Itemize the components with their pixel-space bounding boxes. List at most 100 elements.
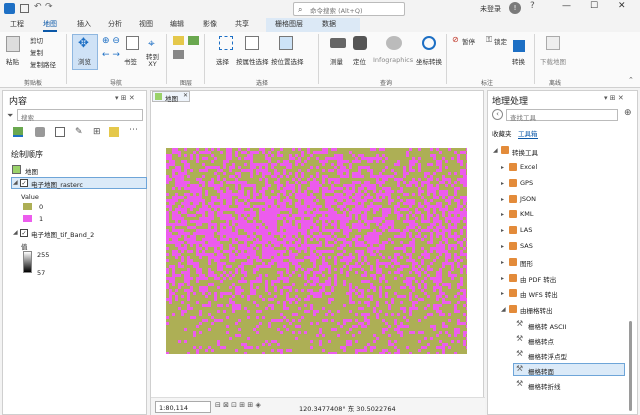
collapse-arrow-icon[interactable]: ◢ bbox=[501, 306, 506, 313]
select-by-location-button[interactable]: 按位置选择 bbox=[271, 56, 304, 66]
minimize-button[interactable]: — bbox=[562, 1, 571, 11]
goto-xy-button[interactable]: 转到 XY bbox=[146, 54, 159, 68]
notification-icon[interactable]: ! bbox=[509, 2, 521, 14]
tool-item[interactable]: 栅格转浮点型 bbox=[528, 351, 567, 361]
cut-button[interactable]: 剪切 bbox=[30, 35, 43, 45]
pane-options-icon[interactable]: ▾ ⊞ ✕ bbox=[604, 94, 624, 102]
measure-button[interactable]: 测量 bbox=[330, 56, 343, 66]
tool-item[interactable]: 栅格转面 bbox=[528, 366, 554, 376]
layer2-visibility-checkbox[interactable]: ✓ bbox=[20, 229, 28, 237]
zoom-icon[interactable]: ⊕ ⊖ bbox=[102, 36, 120, 46]
download-map-button[interactable]: 下载地图 bbox=[540, 56, 566, 66]
expand-arrow-icon[interactable]: ▸ bbox=[501, 259, 504, 266]
layer1-visibility-checkbox[interactable]: ✓ bbox=[20, 179, 28, 187]
maximize-button[interactable]: ☐ bbox=[590, 1, 598, 11]
expand-arrow-icon[interactable]: ▸ bbox=[501, 196, 504, 203]
select-by-location-icon[interactable] bbox=[279, 36, 293, 50]
collapse-arrow-icon[interactable]: ◢ bbox=[493, 147, 498, 154]
map-node[interactable]: 地图 bbox=[25, 166, 38, 176]
toolset-item[interactable]: SAS bbox=[520, 242, 533, 250]
toolset-item[interactable]: Excel bbox=[520, 163, 537, 171]
tab-project[interactable]: 工程 bbox=[10, 19, 24, 29]
toolset-item[interactable]: LAS bbox=[520, 226, 532, 234]
nav-arrow-icon[interactable]: ← → bbox=[102, 50, 120, 60]
expand-arrow-icon[interactable]: ▸ bbox=[501, 227, 504, 234]
download-map-icon[interactable] bbox=[546, 36, 560, 50]
tab-imagery[interactable]: 影像 bbox=[203, 19, 217, 29]
scale-select[interactable]: 1:80,114 bbox=[155, 401, 211, 413]
select-by-attr-icon[interactable] bbox=[245, 36, 259, 50]
convert-button[interactable]: 转换 bbox=[512, 56, 525, 66]
list-by-snapping-icon[interactable]: ⊞ bbox=[93, 127, 101, 137]
locate-icon[interactable] bbox=[353, 36, 367, 50]
select-by-attribute-button[interactable]: 按属性选择 bbox=[236, 56, 269, 66]
tab-favorites[interactable]: 收藏夹 bbox=[492, 128, 512, 138]
list-by-drawing-order-icon[interactable] bbox=[13, 127, 23, 137]
list-by-source-icon[interactable] bbox=[35, 127, 45, 137]
toolset-item[interactable]: JSON bbox=[520, 195, 536, 203]
layer2-name[interactable]: 电子地图_tif_Band_2 bbox=[31, 229, 94, 239]
tab-data[interactable]: 数据 bbox=[322, 19, 336, 29]
tab-analysis[interactable]: 分析 bbox=[108, 19, 122, 29]
expand-arrow-icon[interactable]: ◢ bbox=[13, 179, 18, 186]
status-tools-icon[interactable]: ⊟ ⊠ ⊡ ⊞ ⊞ ◈ bbox=[215, 401, 261, 409]
expand-arrow-icon[interactable]: ▸ bbox=[501, 290, 504, 297]
expand-arrow-icon[interactable]: ▸ bbox=[501, 243, 504, 250]
list-by-editing-icon[interactable]: ✎ bbox=[75, 127, 83, 137]
conversion-tools-node[interactable]: 转换工具 bbox=[512, 147, 538, 157]
toolset-item[interactable]: KML bbox=[520, 210, 534, 218]
tab-raster-layer[interactable]: 栅格图层 bbox=[275, 19, 303, 29]
tab-share[interactable]: 共享 bbox=[235, 19, 249, 29]
expand-arrow-icon[interactable]: ◢ bbox=[13, 229, 18, 236]
coordinate-conversion-button[interactable]: 坐标转换 bbox=[416, 56, 442, 66]
tab-edit[interactable]: 编辑 bbox=[170, 19, 184, 29]
tool-search-input[interactable]: 查找工具 bbox=[506, 109, 618, 122]
tab-toolboxes[interactable]: 工具箱 bbox=[518, 128, 538, 139]
list-by-labeling-icon[interactable] bbox=[109, 127, 119, 137]
tool-item[interactable]: 栅格转折线 bbox=[528, 381, 561, 391]
add-icon[interactable]: ⊕ bbox=[624, 108, 632, 118]
bookmark-icon[interactable] bbox=[126, 36, 139, 50]
pane-options-icon[interactable]: ▾ ⊞ ✕ bbox=[115, 94, 135, 102]
map-tab-close-icon[interactable]: ✕ bbox=[183, 92, 188, 99]
command-search-input[interactable]: ⌕ 命令搜索 (Alt+Q) bbox=[293, 2, 405, 16]
toolset-item[interactable]: 由栅格转出 bbox=[520, 305, 553, 315]
list-by-selection-icon[interactable] bbox=[55, 127, 65, 137]
tab-view[interactable]: 视图 bbox=[139, 19, 153, 29]
convert-icon[interactable] bbox=[513, 40, 525, 52]
copy-button[interactable]: 复制 bbox=[30, 47, 43, 57]
infographics-icon[interactable] bbox=[386, 36, 402, 50]
tool-item[interactable]: 栅格转点 bbox=[528, 336, 554, 346]
user-status[interactable]: 未登录 bbox=[480, 4, 501, 14]
lock-button[interactable]: 锁定 bbox=[494, 36, 507, 46]
layer-tool-icon[interactable] bbox=[173, 50, 184, 59]
toolset-item[interactable]: 图形 bbox=[520, 258, 533, 268]
select-button[interactable]: 选择 bbox=[216, 56, 229, 66]
toolset-item[interactable]: GPS bbox=[520, 179, 533, 187]
toolset-item[interactable]: 由 WFS 转出 bbox=[520, 289, 558, 299]
copy-path-button[interactable]: 复制路径 bbox=[30, 59, 56, 69]
back-icon[interactable]: ‹ bbox=[492, 109, 503, 120]
expand-arrow-icon[interactable]: ▸ bbox=[501, 180, 504, 187]
tool-item[interactable]: 栅格转 ASCII bbox=[528, 321, 567, 331]
basemap-icon[interactable] bbox=[188, 36, 199, 45]
pause-button[interactable]: 暂停 bbox=[462, 36, 475, 46]
goto-xy-icon[interactable]: ⌖ bbox=[148, 36, 155, 51]
expand-arrow-icon[interactable]: ▸ bbox=[501, 275, 504, 282]
coordinate-conversion-icon[interactable] bbox=[422, 36, 436, 50]
tab-map[interactable]: 地图 bbox=[43, 19, 57, 32]
toolset-item[interactable]: 由 PDF 转出 bbox=[520, 274, 556, 284]
infographics-button[interactable]: Infographics bbox=[373, 56, 413, 64]
expand-arrow-icon[interactable]: ▸ bbox=[501, 164, 504, 171]
collapse-ribbon-icon[interactable]: ⌃ bbox=[628, 76, 634, 84]
tab-insert[interactable]: 插入 bbox=[77, 19, 91, 29]
raster-map[interactable] bbox=[166, 148, 467, 354]
measure-icon[interactable] bbox=[330, 38, 346, 48]
select-icon[interactable] bbox=[219, 36, 233, 50]
paste-button[interactable]: 粘贴 bbox=[6, 56, 19, 66]
bookmark-button[interactable]: 书签 bbox=[124, 56, 137, 66]
paste-icon[interactable] bbox=[6, 36, 20, 52]
locate-button[interactable]: 定位 bbox=[353, 56, 366, 66]
contents-search-input[interactable]: 搜索 bbox=[17, 109, 143, 122]
scrollbar[interactable] bbox=[629, 321, 632, 411]
